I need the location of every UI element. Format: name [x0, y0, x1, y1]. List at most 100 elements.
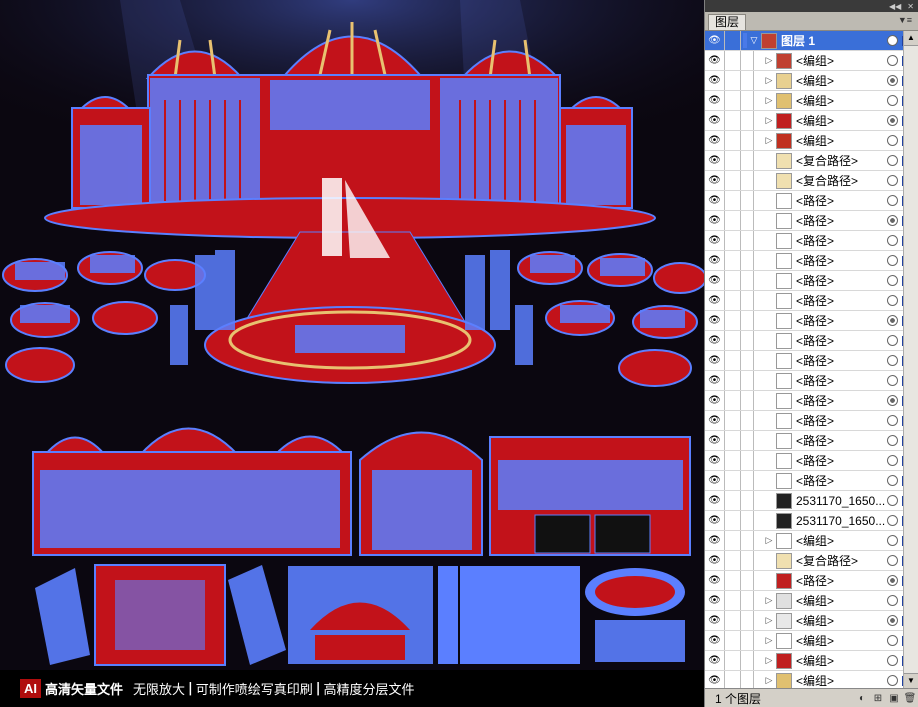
template-toggle[interactable]: [741, 131, 754, 150]
template-toggle[interactable]: [741, 411, 754, 430]
visibility-eye-icon[interactable]: 👁: [705, 251, 725, 270]
layer-name[interactable]: <路径>: [796, 212, 887, 229]
template-toggle[interactable]: [741, 431, 754, 450]
target-circle-icon[interactable]: [887, 275, 898, 286]
template-toggle[interactable]: [741, 71, 754, 90]
layer-name[interactable]: <编组>: [796, 92, 887, 109]
layer-name[interactable]: <路径>: [796, 192, 887, 209]
target-circle-icon[interactable]: [887, 375, 898, 386]
chevron-right-icon[interactable]: ▷: [762, 655, 776, 666]
layer-name[interactable]: <路径>: [796, 412, 887, 429]
target-circle-icon[interactable]: [887, 675, 898, 686]
template-toggle[interactable]: [741, 651, 754, 670]
visibility-eye-icon[interactable]: 👁: [705, 291, 725, 310]
target-circle-icon[interactable]: [887, 135, 898, 146]
layer-scrollbar[interactable]: ▲ ▼: [903, 31, 918, 689]
layer-name[interactable]: <路径>: [796, 292, 887, 309]
make-clipping-mask-icon[interactable]: ◐: [854, 693, 870, 704]
visibility-eye-icon[interactable]: 👁: [705, 151, 725, 170]
target-circle-icon[interactable]: [887, 55, 898, 66]
visibility-eye-icon[interactable]: 👁: [705, 671, 725, 689]
artboard-canvas[interactable]: AI 高清矢量文件 无限放大 | 可制作喷绘写真印刷 | 高精度分层文件: [0, 0, 704, 707]
lock-toggle[interactable]: [725, 231, 741, 250]
layer-name[interactable]: <复合路径>: [796, 152, 887, 169]
layer-row[interactable]: 👁 ▷ <编组>: [705, 111, 918, 131]
target-circle-icon[interactable]: [887, 415, 898, 426]
lock-toggle[interactable]: [725, 111, 741, 130]
layer-name[interactable]: <复合路径>: [796, 172, 887, 189]
lock-toggle[interactable]: [725, 511, 741, 530]
layer-name[interactable]: <路径>: [796, 352, 887, 369]
template-toggle[interactable]: [741, 171, 754, 190]
chevron-right-icon[interactable]: ▷: [762, 95, 776, 106]
create-sublayer-icon[interactable]: ⊞: [870, 693, 886, 704]
layer-name[interactable]: <编组>: [796, 592, 887, 609]
layer-row[interactable]: 👁 <复合路径>: [705, 151, 918, 171]
lock-toggle[interactable]: [725, 391, 741, 410]
target-circle-icon[interactable]: [887, 115, 898, 126]
template-toggle[interactable]: [741, 451, 754, 470]
template-toggle[interactable]: [741, 611, 754, 630]
lock-toggle[interactable]: [725, 471, 741, 490]
layer-name[interactable]: <复合路径>: [796, 552, 887, 569]
visibility-eye-icon[interactable]: 👁: [705, 511, 725, 530]
lock-toggle[interactable]: [725, 631, 741, 650]
chevron-right-icon[interactable]: ▷: [762, 75, 776, 86]
chevron-down-icon[interactable]: ▽: [747, 35, 761, 46]
layer-row[interactable]: 👁 ▷ <编组>: [705, 131, 918, 151]
target-circle-icon[interactable]: [887, 455, 898, 466]
lock-toggle[interactable]: [725, 311, 741, 330]
template-toggle[interactable]: [741, 51, 754, 70]
chevron-right-icon[interactable]: ▷: [762, 535, 776, 546]
target-circle-icon[interactable]: [887, 335, 898, 346]
visibility-eye-icon[interactable]: 👁: [705, 331, 725, 350]
layer-name[interactable]: 2531170_1650...: [796, 514, 887, 528]
lock-toggle[interactable]: [725, 531, 741, 550]
lock-toggle[interactable]: [725, 431, 741, 450]
layer-name[interactable]: <路径>: [796, 252, 887, 269]
layer-row[interactable]: 👁 ▷ <编组>: [705, 631, 918, 651]
lock-toggle[interactable]: [725, 351, 741, 370]
lock-toggle[interactable]: [725, 71, 741, 90]
layer-name[interactable]: <编组>: [796, 612, 887, 629]
visibility-eye-icon[interactable]: 👁: [705, 611, 725, 630]
layer-row[interactable]: 👁 <路径>: [705, 451, 918, 471]
layer-name[interactable]: <路径>: [796, 472, 887, 489]
template-toggle[interactable]: [741, 231, 754, 250]
lock-toggle[interactable]: [725, 291, 741, 310]
layer-row[interactable]: 👁 <路径>: [705, 371, 918, 391]
target-circle-icon[interactable]: [887, 155, 898, 166]
lock-toggle[interactable]: [725, 191, 741, 210]
template-toggle[interactable]: [741, 511, 754, 530]
visibility-eye-icon[interactable]: 👁: [705, 451, 725, 470]
visibility-eye-icon[interactable]: 👁: [705, 471, 725, 490]
collapse-icon[interactable]: ◀◀: [889, 2, 901, 11]
lock-toggle[interactable]: [725, 611, 741, 630]
template-toggle[interactable]: [741, 531, 754, 550]
lock-toggle[interactable]: [725, 491, 741, 510]
lock-toggle[interactable]: [725, 551, 741, 570]
lock-toggle[interactable]: [725, 411, 741, 430]
lock-toggle[interactable]: [725, 251, 741, 270]
visibility-eye-icon[interactable]: 👁: [705, 431, 725, 450]
visibility-eye-icon[interactable]: 👁: [705, 271, 725, 290]
visibility-eye-icon[interactable]: 👁: [705, 31, 725, 50]
lock-toggle[interactable]: [725, 91, 741, 110]
template-toggle[interactable]: [741, 271, 754, 290]
layer-row[interactable]: 👁 ▷ <编组>: [705, 531, 918, 551]
target-circle-icon[interactable]: [887, 175, 898, 186]
chevron-right-icon[interactable]: ▷: [762, 615, 776, 626]
layer-name[interactable]: 2531170_1650...: [796, 494, 887, 508]
lock-toggle[interactable]: [725, 131, 741, 150]
template-toggle[interactable]: [741, 151, 754, 170]
visibility-eye-icon[interactable]: 👁: [705, 111, 725, 130]
template-toggle[interactable]: [741, 551, 754, 570]
layer-row[interactable]: 👁 2531170_1650...: [705, 491, 918, 511]
visibility-eye-icon[interactable]: 👁: [705, 71, 725, 90]
layer-row[interactable]: 👁 <路径>: [705, 191, 918, 211]
layer-name[interactable]: <路径>: [796, 272, 887, 289]
layer-name[interactable]: <编组>: [796, 112, 887, 129]
target-circle-icon[interactable]: [887, 295, 898, 306]
layer-row[interactable]: 👁 <路径>: [705, 351, 918, 371]
layer-name[interactable]: <编组>: [796, 632, 887, 649]
